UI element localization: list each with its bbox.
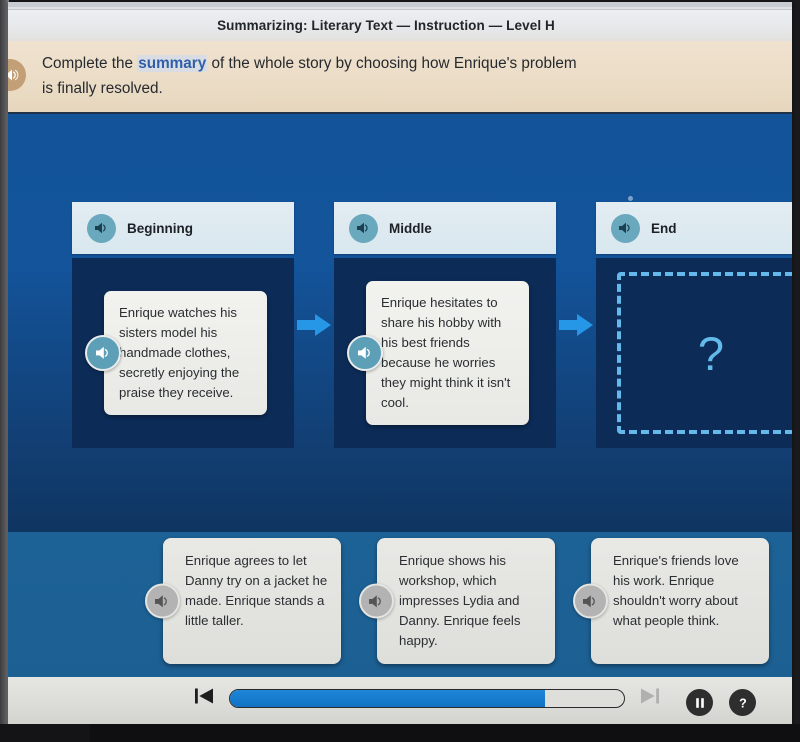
- player-transport: [193, 685, 661, 712]
- story-header-label: Middle: [389, 220, 432, 236]
- option-1-speaker-icon[interactable]: [145, 583, 180, 619]
- story-note-middle[interactable]: Enrique hesitates to share his hobby wit…: [347, 280, 529, 426]
- answer-options-list: Enrique agrees to let Danny try on a jac…: [145, 538, 769, 665]
- instruction-text: Complete the summary of the whole story …: [42, 52, 582, 102]
- story-header-end: End: [596, 202, 792, 254]
- middle-note-speaker-icon[interactable]: [347, 335, 383, 371]
- taskbar-block: [90, 724, 800, 742]
- instruction-banner: Complete the summary of the whole story …: [8, 41, 792, 114]
- story-flow: Beginning Enrique watches his sisters mo…: [72, 202, 792, 448]
- title-bar: Summarizing: Literary Text — Instruction…: [8, 10, 792, 41]
- option-2-speaker-icon[interactable]: [359, 583, 394, 619]
- beginning-speaker-icon[interactable]: [87, 213, 116, 243]
- screen-speck: [628, 196, 633, 201]
- screen: Summarizing: Literary Text — Instruction…: [0, 0, 800, 742]
- answer-option-1[interactable]: Enrique agrees to let Danny try on a jac…: [145, 538, 341, 665]
- story-body-middle: Enrique hesitates to share his hobby wit…: [334, 258, 556, 448]
- connector-beginning-middle: [294, 202, 334, 448]
- story-column-end: End ?: [596, 202, 792, 448]
- instruction-speaker-icon[interactable]: [8, 59, 26, 91]
- answer-option-text: Enrique agrees to let Danny try on a jac…: [185, 553, 328, 629]
- story-note-text: Enrique watches his sisters model his ha…: [119, 304, 240, 401]
- story-body-beginning: Enrique watches his sisters model his ha…: [72, 258, 294, 448]
- skip-forward-icon[interactable]: [639, 685, 661, 712]
- progress-bar-fill: [230, 690, 546, 707]
- connector-middle-end: [556, 202, 596, 448]
- desktop-bottom-strip: [0, 724, 800, 742]
- skip-back-icon[interactable]: [193, 685, 215, 712]
- story-header-middle: Middle: [334, 202, 556, 254]
- story-header-label: Beginning: [127, 220, 193, 236]
- story-body-end: ?: [596, 258, 792, 448]
- answer-option-text: Enrique shows his workshop, which impres…: [399, 553, 521, 649]
- story-map-stage: Beginning Enrique watches his sisters mo…: [8, 114, 792, 532]
- answer-option-2[interactable]: Enrique shows his workshop, which impres…: [359, 538, 555, 665]
- answer-options-tray: Enrique agrees to let Danny try on a jac…: [8, 532, 792, 677]
- progress-bar[interactable]: [229, 689, 625, 708]
- svg-text:?: ?: [739, 696, 747, 710]
- instruction-text-before: Complete the: [42, 54, 138, 72]
- help-icon[interactable]: ?: [729, 689, 756, 716]
- app-window: Summarizing: Literary Text — Instruction…: [8, 2, 792, 732]
- answer-dropzone[interactable]: ?: [617, 272, 792, 434]
- beginning-note-speaker-icon[interactable]: [85, 335, 121, 371]
- story-header-label: End: [651, 220, 677, 236]
- arrow-right-icon: [297, 314, 331, 336]
- story-header-beginning: Beginning: [72, 202, 294, 254]
- player-actions: ?: [686, 689, 756, 716]
- end-speaker-icon[interactable]: [611, 213, 640, 243]
- story-column-beginning: Beginning Enrique watches his sisters mo…: [72, 202, 294, 448]
- page-title: Summarizing: Literary Text — Instruction…: [217, 18, 555, 33]
- answer-option-3[interactable]: Enrique's friends love his work. Enrique…: [573, 538, 769, 665]
- dropzone-placeholder: ?: [697, 326, 725, 380]
- story-column-middle: Middle Enrique hesitates to share his ho…: [334, 202, 556, 448]
- arrow-right-icon: [559, 314, 593, 336]
- middle-speaker-icon[interactable]: [349, 213, 378, 243]
- instruction-keyword[interactable]: summary: [137, 54, 208, 72]
- story-note-beginning[interactable]: Enrique watches his sisters model his ha…: [85, 290, 267, 416]
- story-note-text: Enrique hesitates to share his hobby wit…: [381, 294, 511, 411]
- pause-icon[interactable]: [686, 689, 713, 716]
- option-3-speaker-icon[interactable]: [573, 583, 608, 619]
- answer-option-text: Enrique's friends love his work. Enrique…: [613, 553, 739, 629]
